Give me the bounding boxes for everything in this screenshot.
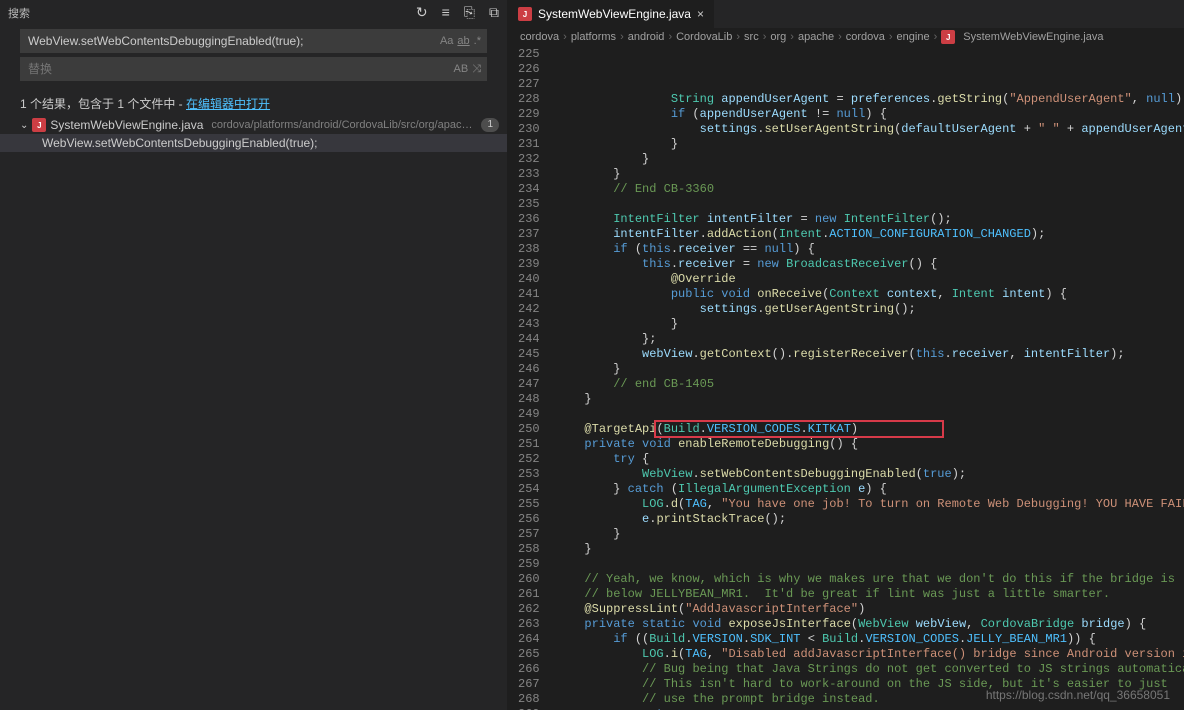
chevron-right-icon: › [736, 31, 740, 43]
chevron-right-icon: › [668, 31, 672, 43]
search-title: 搜索 [8, 5, 416, 21]
result-file-row[interactable]: ⌄ J SystemWebViewEngine.java cordova/pla… [0, 116, 507, 134]
summary-text: 1 个结果，包含于 1 个文件中 - [20, 97, 186, 111]
code-line[interactable]: private static void exposeJsInterface(We… [556, 617, 1184, 632]
code-line[interactable]: if (appendUserAgent != null) { [556, 107, 1184, 122]
result-match-row[interactable]: WebView.setWebContentsDebuggingEnabled(t… [0, 134, 507, 152]
code-line[interactable]: @Override [556, 272, 1184, 287]
search-input-row: Aa ab .* [20, 29, 487, 53]
breadcrumb-item[interactable]: cordova [846, 31, 885, 43]
breadcrumb-item[interactable]: android [628, 31, 665, 43]
code-line[interactable]: WebView.setWebContentsDebuggingEnabled(t… [556, 467, 1184, 482]
chevron-right-icon: › [620, 31, 624, 43]
code-line[interactable]: } [556, 542, 1184, 557]
java-file-icon: J [32, 118, 46, 132]
code-line[interactable]: if ((Build.VERSION.SDK_INT < Build.VERSI… [556, 632, 1184, 647]
collapse-icon[interactable]: ⧉ [489, 4, 499, 21]
code-line[interactable]: // below JELLYBEAN_MR1. It'd be great if… [556, 587, 1184, 602]
result-file-path: cordova/platforms/android/CordovaLib/src… [211, 119, 477, 131]
new-file-icon[interactable]: ⎘ [464, 4, 475, 21]
code-line[interactable]: } [556, 362, 1184, 377]
chevron-right-icon: › [889, 31, 893, 43]
breadcrumb-item[interactable]: cordova [520, 31, 559, 43]
java-file-icon: J [518, 7, 532, 21]
replace-all-icon[interactable]: ⤨ [472, 63, 481, 76]
breadcrumb-item[interactable]: org [770, 31, 786, 43]
clear-icon[interactable]: ≡ [442, 4, 450, 21]
code-line[interactable]: settings.setUserAgentString(defaultUserA… [556, 122, 1184, 137]
code-line[interactable]: try { [556, 452, 1184, 467]
editor-panel: J SystemWebViewEngine.java × cordova › pla… [508, 0, 1184, 710]
breadcrumb-item[interactable]: platforms [571, 31, 616, 43]
replace-input-row: AB ⤨ [20, 57, 487, 81]
code-line[interactable]: } [556, 167, 1184, 182]
code-area[interactable]: 2252262272282292302312322332342352362372… [508, 47, 1184, 710]
breadcrumb-item[interactable]: CordovaLib [676, 31, 732, 43]
search-header: 搜索 ↻ ≡ ⎘ ⧉ [0, 0, 507, 25]
close-icon[interactable]: × [697, 7, 704, 21]
code-line[interactable]: e.printStackTrace(); [556, 512, 1184, 527]
preserve-case-icon[interactable]: AB [454, 63, 469, 76]
code-line[interactable] [556, 557, 1184, 572]
code-line[interactable]: // end CB-1405 [556, 377, 1184, 392]
results-summary: 1 个结果，包含于 1 个文件中 - 在编辑器中打开 [0, 91, 507, 116]
open-in-editor-link[interactable]: 在编辑器中打开 [186, 97, 270, 111]
code-line[interactable] [556, 197, 1184, 212]
code-line[interactable]: } [556, 527, 1184, 542]
watermark: https://blog.csdn.net/qq_36658051 [986, 688, 1170, 702]
code-line[interactable]: // Bug being that Java Strings do not ge… [556, 662, 1184, 677]
tab-label: SystemWebViewEngine.java [538, 7, 691, 21]
code-line[interactable]: } [556, 137, 1184, 152]
code-line[interactable]: // End CB-3360 [556, 182, 1184, 197]
code-line[interactable]: String appendUserAgent = preferences.get… [556, 92, 1184, 107]
code-line[interactable]: @SuppressLint("AddJavascriptInterface") [556, 602, 1184, 617]
code-line[interactable]: }; [556, 332, 1184, 347]
code-line[interactable]: if (this.receiver == null) { [556, 242, 1184, 257]
search-toolbar: ↻ ≡ ⎘ ⧉ [416, 4, 499, 21]
editor-tabs: J SystemWebViewEngine.java × [508, 0, 1184, 28]
breadcrumb-item[interactable]: engine [897, 31, 930, 43]
tab-active[interactable]: J SystemWebViewEngine.java × [508, 0, 714, 28]
code-line[interactable]: private void enableRemoteDebugging() { [556, 437, 1184, 452]
refresh-icon[interactable]: ↻ [416, 4, 428, 21]
result-file-name: SystemWebViewEngine.java [50, 118, 203, 132]
chevron-right-icon: › [763, 31, 767, 43]
code-line[interactable]: webView.getContext().registerReceiver(th… [556, 347, 1184, 362]
code-line[interactable]: IntentFilter intentFilter = new IntentFi… [556, 212, 1184, 227]
code-line[interactable]: LOG.i(TAG, "Disabled addJavascriptInterf… [556, 647, 1184, 662]
code-line[interactable]: intentFilter.addAction(Intent.ACTION_CON… [556, 227, 1184, 242]
regex-icon[interactable]: .* [474, 35, 481, 47]
chevron-down-icon: ⌄ [20, 120, 28, 131]
breadcrumbs: cordova›platforms›android›CordovaLib›src… [508, 28, 1184, 47]
chevron-right-icon: › [563, 31, 567, 43]
highlight-box [654, 420, 944, 438]
code-line[interactable]: // Yeah, we know, which is why we makes … [556, 572, 1184, 587]
chevron-right-icon: › [790, 31, 794, 43]
breadcrumb-item[interactable]: src [744, 31, 759, 43]
search-input[interactable] [20, 34, 434, 48]
code-line[interactable]: LOG.d(TAG, "You have one job! To turn on… [556, 497, 1184, 512]
case-sensitive-icon[interactable]: Aa [440, 35, 453, 47]
breadcrumb-item[interactable]: SystemWebViewEngine.java [963, 31, 1103, 43]
chevron-right-icon: › [934, 31, 938, 43]
search-panel: 搜索 ↻ ≡ ⎘ ⧉ Aa ab .* AB ⤨ 1 个结果，包含于 1 个文件… [0, 0, 508, 710]
code-line[interactable]: public void onReceive(Context context, I… [556, 287, 1184, 302]
whole-word-icon[interactable]: ab [457, 35, 469, 47]
code-line[interactable]: settings.getUserAgentString(); [556, 302, 1184, 317]
code-line[interactable]: this.receiver = new BroadcastReceiver() … [556, 257, 1184, 272]
line-gutter: 2252262272282292302312322332342352362372… [508, 47, 556, 710]
match-count-badge: 1 [481, 118, 499, 132]
code-content[interactable]: String appendUserAgent = preferences.get… [556, 47, 1184, 710]
code-line[interactable]: } [556, 152, 1184, 167]
java-file-icon: J [941, 30, 955, 44]
replace-input[interactable] [20, 62, 448, 76]
code-line[interactable]: } catch (IllegalArgumentException e) { [556, 482, 1184, 497]
code-line[interactable]: } [556, 392, 1184, 407]
code-line[interactable]: } [556, 317, 1184, 332]
search-inputs: Aa ab .* AB ⤨ [0, 25, 507, 91]
breadcrumb-item[interactable]: apache [798, 31, 834, 43]
chevron-right-icon: › [838, 31, 842, 43]
